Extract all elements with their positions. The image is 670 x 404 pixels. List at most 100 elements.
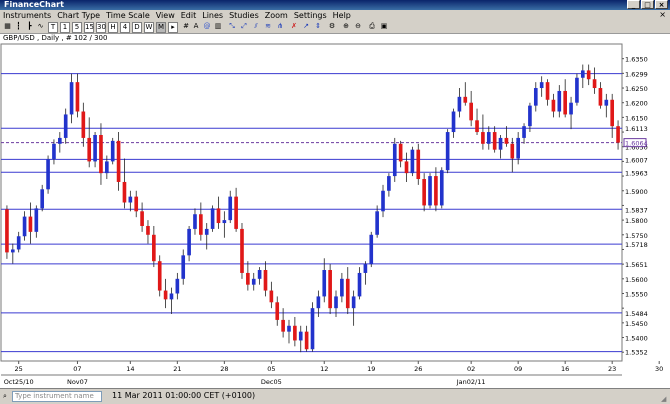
chart-bars-icon[interactable]: ▥ [214, 22, 222, 31]
grid-icon[interactable]: ▦ [3, 22, 12, 31]
chart-info-bar: GBP/USD , Daily , # 102 / 300 [0, 34, 670, 42]
menu-time-scale[interactable]: Time Scale [103, 11, 153, 20]
print-icon[interactable]: ⎙ [368, 22, 376, 31]
candle-body [199, 214, 203, 235]
window-title: FinanceChart [4, 0, 64, 9]
delete-line-icon[interactable]: ✗ [290, 22, 298, 31]
menu-zoom[interactable]: Zoom [262, 11, 291, 20]
crosshair-icon[interactable]: # [182, 22, 190, 31]
level-label: 1.5484 [625, 310, 648, 318]
status-bar: ⌕ Type instrument name 11 Mar 2011 01:00… [0, 388, 670, 404]
candle-body [457, 96, 462, 112]
menu-chart-type[interactable]: Chart Type [54, 11, 103, 20]
menu-lines[interactable]: Lines [199, 11, 226, 20]
candle-body [193, 214, 197, 229]
candle-body [522, 126, 526, 138]
candle-body [287, 325, 291, 332]
vertical-line-icon[interactable]: ⇕ [314, 22, 322, 31]
settings-icon[interactable]: ⚙ [328, 22, 336, 31]
candle-body [187, 228, 191, 256]
candle-body [604, 99, 609, 106]
y-tick-label: 1.5450 [625, 320, 648, 328]
timescale-30-button[interactable]: 30 [96, 22, 106, 33]
x-tick-label: 05 [267, 365, 275, 373]
candle-body [93, 134, 97, 162]
x-tick-label: 25 [15, 365, 23, 373]
channel-icon[interactable]: ⫽ [252, 22, 260, 31]
candle-body [345, 278, 350, 309]
candles-icon[interactable]: ┇ [14, 22, 23, 31]
resize-grip-icon[interactable]: ◢ [661, 395, 669, 403]
arrow-tool-icon[interactable]: ↗ [302, 22, 310, 31]
x-tick-label: 19 [367, 365, 375, 373]
timescale-1-button[interactable]: 1 [60, 22, 70, 33]
timescale-d-button[interactable]: D [132, 22, 142, 33]
search-icon: ⌕ [3, 392, 7, 400]
line-chart-icon[interactable]: ∿ [36, 22, 45, 31]
zoom-out-icon[interactable]: ⊖ [354, 22, 362, 31]
close-window-button[interactable]: × [655, 0, 668, 9]
y-tick-label: 1.5750 [625, 232, 648, 240]
candle-body [510, 143, 515, 159]
x-tick-label: 09 [514, 365, 522, 373]
x-month-label: Nov07 [67, 378, 88, 386]
fibonacci-icon[interactable]: ≋ [264, 22, 272, 31]
pitchfork-icon[interactable]: ⋔ [276, 22, 284, 31]
timescale-4h-button[interactable]: 4 [120, 22, 130, 33]
maximize-button[interactable]: □ [641, 0, 654, 9]
candle-body [475, 120, 479, 133]
candle-body [439, 170, 444, 206]
chart-area[interactable]: 1.6299 1.6113 1.6007 1.5963 1.5837 1.5718 1.56… [0, 42, 670, 388]
candle-body [58, 137, 62, 144]
level-label: 1.5352 [625, 349, 648, 357]
x-tick-label: 14 [126, 365, 134, 373]
eye-icon[interactable]: @ [203, 22, 211, 31]
candle-body [463, 96, 468, 103]
price-chart[interactable]: 1.6299 1.6113 1.6007 1.5963 1.5837 1.5718 1.56… [0, 42, 670, 388]
y-tick-label: 1.5550 [625, 290, 648, 298]
minimize-button[interactable]: _ [627, 0, 640, 9]
ray-icon[interactable]: ⤢ [240, 22, 248, 31]
candle-body [152, 234, 156, 262]
candle-body [257, 270, 262, 279]
timescale-15-button[interactable]: 15 [84, 22, 94, 33]
x-tick-label: 12 [320, 365, 328, 373]
candle-body [110, 140, 115, 162]
menu-help[interactable]: Help [330, 11, 354, 20]
x-tick-label: 02 [467, 365, 475, 373]
y-tick-label: 1.5600 [625, 276, 648, 284]
zoom-in-icon[interactable]: ⊕ [342, 22, 350, 31]
candle-body [451, 111, 456, 133]
x-month-label: Jan02/11 [456, 378, 486, 386]
candle-body [363, 264, 368, 273]
candle-body [99, 134, 103, 174]
timescale-m-button[interactable]: M [156, 22, 166, 33]
timescale-5-button[interactable]: 5 [72, 22, 82, 33]
candle-body [357, 272, 362, 297]
candle-body [375, 211, 379, 235]
candle-body [445, 132, 450, 171]
menu-instruments[interactable]: Instruments [0, 11, 54, 20]
menu-settings[interactable]: Settings [291, 11, 330, 20]
candle-body [316, 296, 321, 309]
menu-view[interactable]: View [153, 11, 178, 20]
save-icon[interactable]: ▣ [380, 22, 388, 31]
timescale-w-button[interactable]: W [144, 22, 154, 33]
candle-body [481, 132, 485, 144]
instrument-search-input[interactable]: Type instrument name [12, 391, 102, 402]
ticks-button[interactable]: T [48, 22, 58, 33]
chart-close-button[interactable]: × [659, 10, 666, 19]
pointer-button[interactable]: ▸ [168, 22, 178, 33]
y-tick-label: 1.5900 [625, 188, 648, 196]
timescale-h-button[interactable]: H [108, 22, 118, 33]
menu-edit[interactable]: Edit [178, 11, 200, 20]
trendline-icon[interactable]: ⤡ [228, 22, 236, 31]
candle-body [175, 278, 180, 294]
candle-body [46, 159, 50, 190]
candle-body [404, 161, 409, 174]
candle-body [340, 278, 344, 297]
bars-icon[interactable]: ┣ [25, 22, 34, 31]
text-tool-icon[interactable]: A [192, 22, 200, 31]
menu-studies[interactable]: Studies [226, 11, 262, 20]
level-label: 1.5837 [625, 206, 648, 214]
